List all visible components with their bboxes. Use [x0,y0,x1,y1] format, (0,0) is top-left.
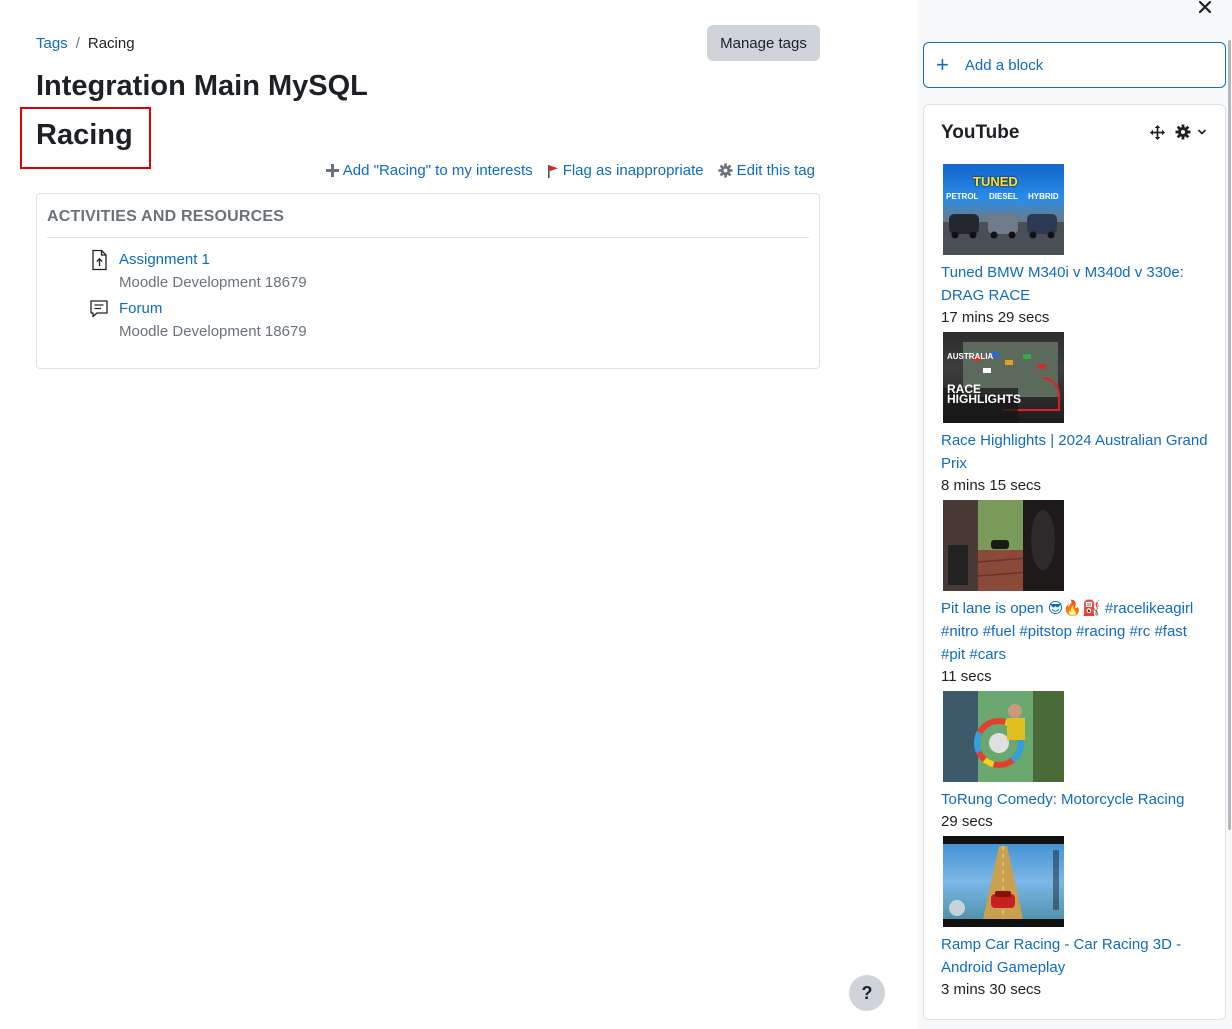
video-item: TUNED PETROL DIESEL HYBRID Tuned BMW M34… [941,164,1213,329]
video-title-link[interactable]: Race Highlights | 2024 Australian Grand … [941,429,1213,475]
page-title: Racing [36,119,133,151]
thumbnail-caption: DIESEL [989,192,1018,201]
video-thumbnail[interactable]: TUNED PETROL DIESEL HYBRID [943,164,1064,255]
flag-icon [547,164,558,178]
breadcrumb-current: Racing [87,35,135,52]
gear-icon [1175,124,1191,140]
video-title-link[interactable]: ToRung Comedy: Motorcycle Racing [941,788,1213,811]
gear-icon [718,163,733,178]
video-duration: 3 mins 30 secs [941,981,1042,998]
edit-tag-label: Edit this tag [736,162,815,179]
thumbnail-caption: TUNED [973,174,1018,189]
site-title: Integration Main MySQL [36,70,368,102]
thumbnail-caption: HIGHLIGHTS [947,392,1021,406]
close-icon [1199,1,1211,13]
block-actions-menu[interactable] [1175,124,1207,140]
forum-icon [89,298,109,320]
activity-course: Moodle Development 18679 [119,323,307,340]
assignment-icon [89,249,109,271]
tag-actions: Add "Racing" to my interests Flag as ina… [312,162,815,179]
video-item: ToRung Comedy: Motorcycle Racing 29 secs [941,691,1213,833]
breadcrumb-tags-link[interactable]: Tags [36,35,68,52]
video-item: AUSTRALIA RACE HIGHLIGHTS Race Highlight… [941,332,1213,497]
add-block-button[interactable]: + Add a block [923,42,1226,88]
drawer-scrollbar[interactable] [1228,40,1231,830]
activity-link-assignment[interactable]: Assignment 1 [119,250,307,270]
flag-inappropriate-label: Flag as inappropriate [562,162,704,179]
add-to-interests-link[interactable]: Add "Racing" to my interests [325,162,533,179]
move-block-button[interactable] [1150,124,1165,140]
activity-item: Assignment 1 Moodle Development 18679 [89,249,307,294]
video-title-link[interactable]: Ramp Car Racing - Car Racing 3D - Androi… [941,933,1213,979]
video-thumbnail[interactable] [943,836,1064,927]
video-item: Ramp Car Racing - Car Racing 3D - Androi… [941,836,1213,1001]
block-controls [1140,124,1207,140]
video-title-link[interactable]: Tuned BMW M340i v M340d v 330e: DRAG RAC… [941,261,1213,307]
move-icon [1150,124,1165,140]
close-drawer-button[interactable] [1192,0,1218,18]
edit-tag-link[interactable]: Edit this tag [718,162,815,179]
breadcrumb-separator: / [75,35,80,52]
help-button[interactable]: ? [849,975,885,1011]
block-title: YouTube [941,122,1020,143]
plus-icon: + [936,52,949,77]
manage-tags-button[interactable]: Manage tags [707,25,820,61]
add-to-interests-label: Add "Racing" to my interests [342,162,533,179]
video-thumbnail[interactable] [943,691,1064,782]
thumbnail-caption: PETROL [946,192,979,201]
activities-card: ACTIVITIES AND RESOURCES Assignment 1 Mo… [36,193,820,369]
activity-link-forum[interactable]: Forum [119,299,307,319]
video-thumbnail[interactable]: AUSTRALIA RACE HIGHLIGHTS [943,332,1064,423]
activity-item: Forum Moodle Development 18679 [89,299,307,343]
breadcrumb: Tags / Racing [36,35,135,52]
add-block-label: Add a block [964,56,1044,74]
video-item: Pit lane is open 😎🔥⛽ #racelikeagirl #nit… [941,500,1213,688]
chevron-down-icon [1197,129,1207,135]
plus-icon [325,164,339,177]
video-duration: 17 mins 29 secs [941,309,1050,326]
activities-heading: ACTIVITIES AND RESOURCES [47,208,809,238]
activity-course: Moodle Development 18679 [119,274,307,291]
video-title-link[interactable]: Pit lane is open 😎🔥⛽ #racelikeagirl #nit… [941,597,1213,666]
video-duration: 11 secs [941,668,992,685]
video-duration: 8 mins 15 secs [941,477,1042,494]
block-drawer: + Add a block YouTube TUNED PETROL DIESE… [917,0,1232,1029]
main-region: Tags / Racing Manage tags Integration Ma… [0,0,917,1029]
thumbnail-caption: AUSTRALIA [947,352,994,361]
youtube-block: YouTube TUNED PETROL DIESEL HYBRID Tuned… [923,104,1226,1020]
flag-inappropriate-link[interactable]: Flag as inappropriate [547,162,704,179]
thumbnail-caption: HYBRID [1028,192,1059,201]
video-duration: 29 secs [941,813,993,830]
video-thumbnail[interactable] [943,500,1064,591]
